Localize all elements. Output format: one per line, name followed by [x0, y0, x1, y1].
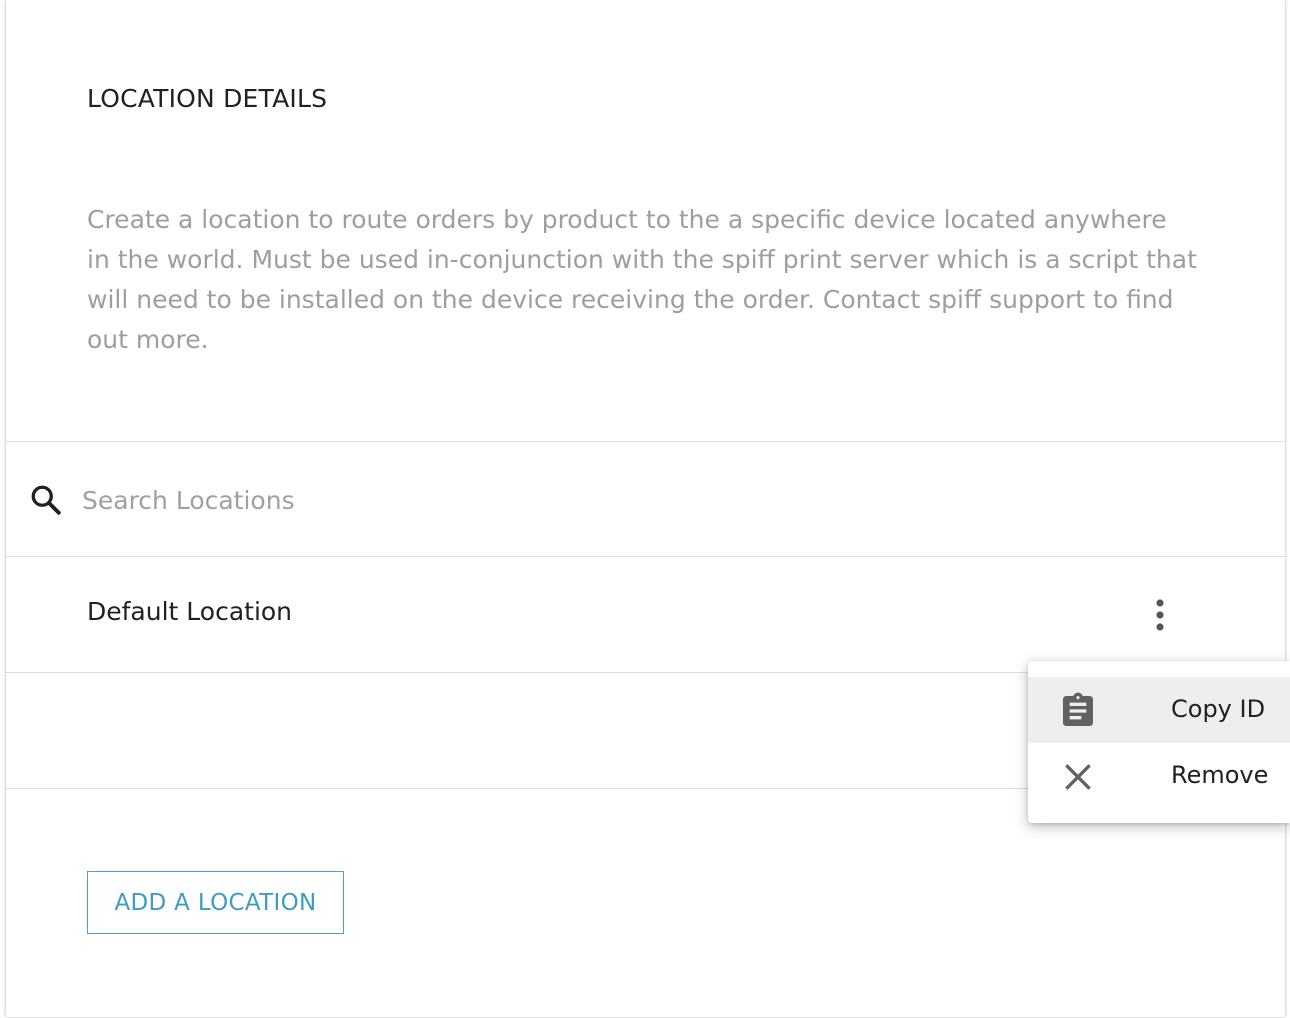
list-item[interactable]: Default Location [6, 557, 1285, 673]
page-title: LOCATION DETAILS [87, 84, 328, 113]
context-menu: Copy ID Remove [1028, 661, 1290, 823]
description-text: Create a location to route orders by pro… [87, 205, 1197, 354]
menu-item-remove[interactable]: Remove [1028, 743, 1290, 809]
page: LOCATION DETAILS Create a location to ro… [0, 0, 1290, 1018]
menu-item-label: Remove [1171, 761, 1269, 789]
location-details-card: LOCATION DETAILS Create a location to ro… [6, 0, 1285, 1017]
menu-item-copy-id[interactable]: Copy ID [1028, 677, 1290, 743]
search-input[interactable] [82, 476, 982, 524]
close-icon [1065, 764, 1091, 790]
clipboard-icon [1063, 692, 1093, 726]
card-header: LOCATION DETAILS Create a location to ro… [6, 0, 1285, 442]
search-row [6, 442, 1285, 557]
search-icon [31, 485, 61, 515]
menu-item-label: Copy ID [1171, 695, 1266, 723]
location-name: Default Location [87, 597, 293, 626]
add-location-button[interactable]: ADD A LOCATION [87, 871, 344, 934]
more-vertical-icon[interactable] [1140, 593, 1180, 637]
